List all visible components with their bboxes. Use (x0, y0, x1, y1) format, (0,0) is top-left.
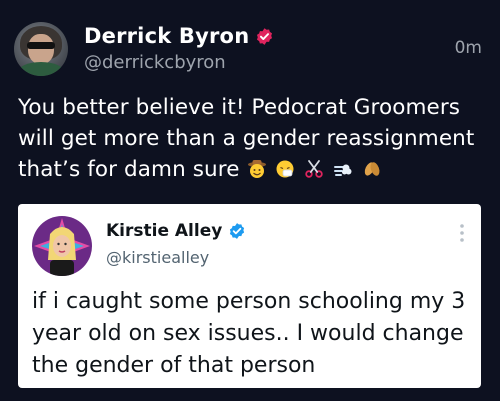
post-body: You better believe it! Pedocrat Groomers… (18, 92, 488, 185)
more-vertical-icon[interactable] (459, 222, 465, 244)
dash-icon (334, 164, 352, 176)
quoted-author-handle[interactable]: @kirstiealley (106, 248, 209, 267)
scissors-icon (305, 160, 324, 178)
author-avatar[interactable] (14, 22, 68, 76)
cowboy-face-icon (247, 160, 266, 178)
peanuts-icon (365, 162, 380, 176)
post-timestamp: 0m (454, 38, 482, 58)
quoted-author-name-row: Kirstie Alley (106, 221, 247, 241)
emoji-group (247, 157, 385, 182)
quoted-post-card[interactable]: Kirstie Alley @kirstiealley if i caught … (18, 204, 481, 388)
verified-seal-icon (255, 27, 274, 46)
quoted-author-avatar[interactable] (32, 216, 92, 276)
sneezing-face-icon (276, 160, 294, 178)
author-handle[interactable]: @derrickcbyron (84, 52, 226, 73)
post-screenshot: Derrick Byron @derrickcbyron 0m You bett… (0, 0, 500, 401)
author-name-row: Derrick Byron (84, 24, 274, 48)
author-display-name[interactable]: Derrick Byron (84, 24, 249, 48)
quoted-author-display-name[interactable]: Kirstie Alley (106, 221, 222, 241)
quoted-post-text: if i caught some person schooling my 3 y… (32, 289, 466, 378)
verified-check-icon (228, 222, 247, 241)
